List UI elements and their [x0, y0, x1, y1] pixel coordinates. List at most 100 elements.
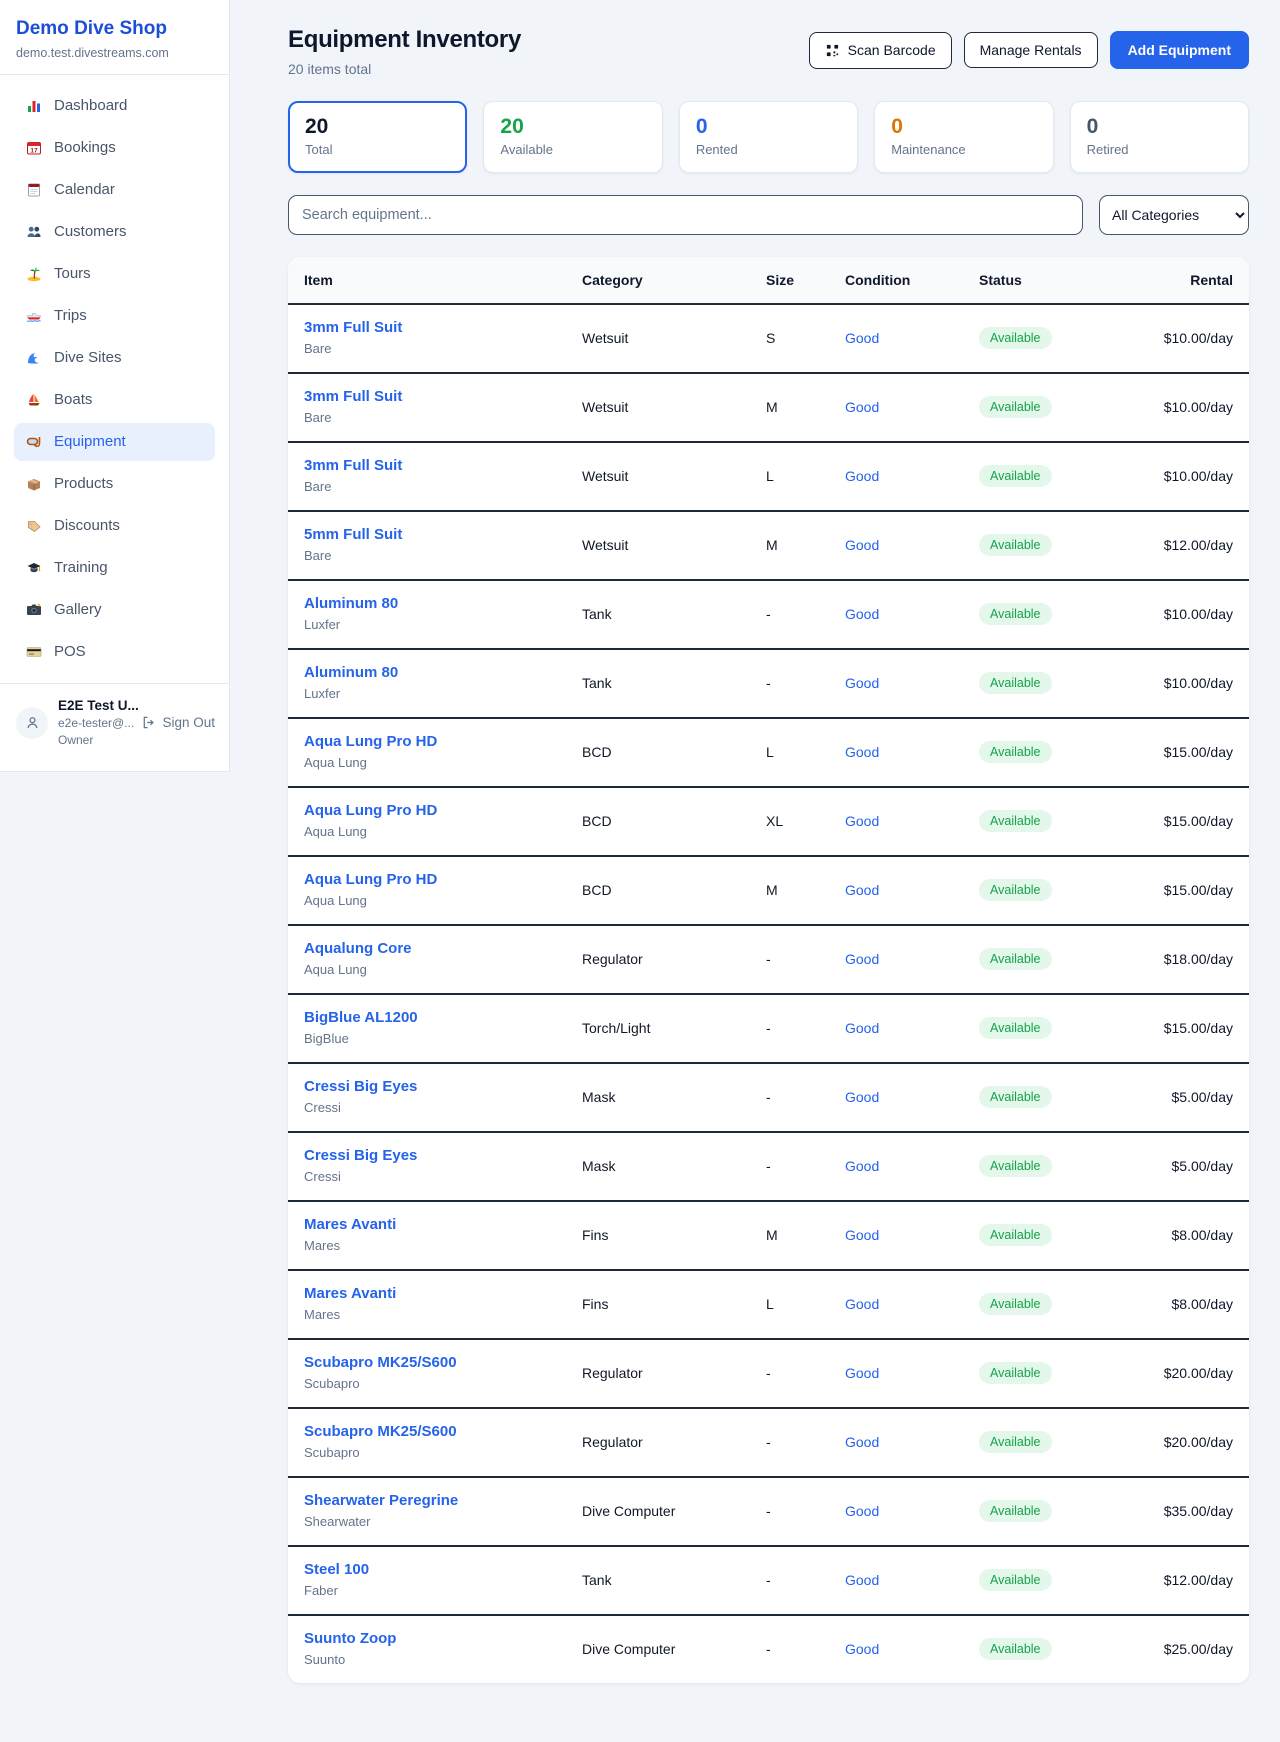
- sidebar-item-training[interactable]: Training: [14, 549, 215, 587]
- item-condition-link[interactable]: Good: [845, 1572, 979, 1588]
- sidebar-item-label: Bookings: [54, 139, 116, 157]
- item-condition-link[interactable]: Good: [845, 744, 979, 760]
- sidebar-item-products[interactable]: Products: [14, 465, 215, 503]
- item-condition-link[interactable]: Good: [845, 1227, 979, 1243]
- sign-out-button[interactable]: Sign Out: [141, 715, 215, 730]
- item-rental-rate: $15.00/day: [1124, 813, 1233, 829]
- stat-card-retired[interactable]: 0 Retired: [1070, 101, 1249, 173]
- item-condition-link[interactable]: Good: [845, 330, 979, 346]
- item-rental-rate: $10.00/day: [1124, 330, 1233, 346]
- sidebar-item-trips[interactable]: Trips: [14, 297, 215, 335]
- item-size: M: [766, 399, 845, 415]
- item-condition-link[interactable]: Good: [845, 951, 979, 967]
- item-condition-link[interactable]: Good: [845, 1020, 979, 1036]
- sidebar-item-calendar[interactable]: Calendar: [14, 171, 215, 209]
- item-link[interactable]: 3mm Full Suit: [304, 457, 402, 474]
- item-link[interactable]: 3mm Full Suit: [304, 388, 402, 405]
- sidebar-item-gallery[interactable]: Gallery: [14, 591, 215, 629]
- item-link[interactable]: Steel 100: [304, 1561, 369, 1578]
- sidebar-item-tours[interactable]: Tours: [14, 255, 215, 293]
- filter-row: All Categories: [288, 195, 1249, 235]
- status-badge: Available: [979, 465, 1052, 487]
- item-link[interactable]: 3mm Full Suit: [304, 319, 402, 336]
- sidebar-nav: Dashboard 17 Bookings Calendar Customers…: [0, 75, 229, 683]
- status-cell: Available: [979, 534, 1124, 556]
- sidebar-item-equipment[interactable]: Equipment: [14, 423, 215, 461]
- sidebar-item-bookings[interactable]: 17 Bookings: [14, 129, 215, 167]
- item-condition-link[interactable]: Good: [845, 399, 979, 415]
- item-condition-link[interactable]: Good: [845, 1089, 979, 1105]
- item-condition-link[interactable]: Good: [845, 1641, 979, 1657]
- item-condition-link[interactable]: Good: [845, 537, 979, 553]
- training-icon: [26, 560, 42, 576]
- item-link[interactable]: Shearwater Peregrine: [304, 1492, 458, 1509]
- sidebar-item-dashboard[interactable]: Dashboard: [14, 87, 215, 125]
- sidebar-item-dive-sites[interactable]: Dive Sites: [14, 339, 215, 377]
- item-link[interactable]: Aluminum 80: [304, 664, 398, 681]
- item-link[interactable]: Suunto Zoop: [304, 1630, 396, 1647]
- item-cell: 3mm Full Suit Bare: [304, 319, 582, 356]
- item-rental-rate: $5.00/day: [1124, 1158, 1233, 1174]
- status-badge: Available: [979, 1638, 1052, 1660]
- item-condition-link[interactable]: Good: [845, 675, 979, 691]
- item-link[interactable]: 5mm Full Suit: [304, 526, 402, 543]
- sidebar-item-boats[interactable]: Boats: [14, 381, 215, 419]
- gallery-icon: [26, 602, 42, 618]
- item-link[interactable]: Aluminum 80: [304, 595, 398, 612]
- category-select[interactable]: All Categories: [1099, 195, 1249, 235]
- item-brand: Faber: [304, 1583, 582, 1598]
- item-condition-link[interactable]: Good: [845, 1365, 979, 1381]
- stat-label: Retired: [1087, 142, 1232, 157]
- item-link[interactable]: Scubapro MK25/S600: [304, 1354, 457, 1371]
- item-link[interactable]: Scubapro MK25/S600: [304, 1423, 457, 1440]
- table-body: 3mm Full Suit Bare Wetsuit S Good Availa…: [288, 305, 1249, 1683]
- item-size: -: [766, 1020, 845, 1036]
- item-category: Tank: [582, 606, 766, 622]
- column-header-item: Item: [304, 272, 582, 288]
- add-equipment-button[interactable]: Add Equipment: [1110, 31, 1249, 69]
- stat-card-rented[interactable]: 0 Rented: [679, 101, 858, 173]
- sidebar: Demo Dive Shop demo.test.divestreams.com…: [0, 0, 230, 772]
- item-brand: Cressi: [304, 1169, 582, 1184]
- item-category: Dive Computer: [582, 1503, 766, 1519]
- item-brand: Mares: [304, 1238, 582, 1253]
- stat-card-available[interactable]: 20 Available: [483, 101, 662, 173]
- status-cell: Available: [979, 465, 1124, 487]
- sidebar-item-discounts[interactable]: Discounts: [14, 507, 215, 545]
- search-input[interactable]: [288, 195, 1083, 235]
- item-condition-link[interactable]: Good: [845, 606, 979, 622]
- sign-out-icon: [141, 715, 156, 730]
- status-cell: Available: [979, 948, 1124, 970]
- item-link[interactable]: Aqualung Core: [304, 940, 412, 957]
- item-link[interactable]: Aqua Lung Pro HD: [304, 871, 437, 888]
- item-link[interactable]: Mares Avanti: [304, 1216, 396, 1233]
- item-condition-link[interactable]: Good: [845, 1503, 979, 1519]
- item-link[interactable]: Mares Avanti: [304, 1285, 396, 1302]
- item-condition-link[interactable]: Good: [845, 1296, 979, 1312]
- item-size: L: [766, 468, 845, 484]
- stat-card-total[interactable]: 20 Total: [288, 101, 467, 173]
- item-link[interactable]: Aqua Lung Pro HD: [304, 733, 437, 750]
- item-link[interactable]: Cressi Big Eyes: [304, 1078, 417, 1095]
- item-rental-rate: $10.00/day: [1124, 606, 1233, 622]
- item-condition-link[interactable]: Good: [845, 882, 979, 898]
- item-condition-link[interactable]: Good: [845, 1434, 979, 1450]
- item-condition-link[interactable]: Good: [845, 813, 979, 829]
- item-link[interactable]: BigBlue AL1200: [304, 1009, 418, 1026]
- item-cell: Aluminum 80 Luxfer: [304, 664, 582, 701]
- item-link[interactable]: Aqua Lung Pro HD: [304, 802, 437, 819]
- scan-barcode-button[interactable]: Scan Barcode: [809, 32, 952, 69]
- item-condition-link[interactable]: Good: [845, 1158, 979, 1174]
- manage-rentals-button[interactable]: Manage Rentals: [964, 32, 1098, 68]
- item-condition-link[interactable]: Good: [845, 468, 979, 484]
- stat-label: Total: [305, 142, 450, 157]
- stat-card-maintenance[interactable]: 0 Maintenance: [874, 101, 1053, 173]
- item-size: L: [766, 744, 845, 760]
- table-row: 3mm Full Suit Bare Wetsuit S Good Availa…: [288, 305, 1249, 374]
- sidebar-item-customers[interactable]: Customers: [14, 213, 215, 251]
- sidebar-item-pos[interactable]: POS: [14, 633, 215, 671]
- brand-title[interactable]: Demo Dive Shop: [16, 18, 213, 40]
- person-icon: [24, 714, 41, 731]
- item-link[interactable]: Cressi Big Eyes: [304, 1147, 417, 1164]
- item-cell: Shearwater Peregrine Shearwater: [304, 1492, 582, 1529]
